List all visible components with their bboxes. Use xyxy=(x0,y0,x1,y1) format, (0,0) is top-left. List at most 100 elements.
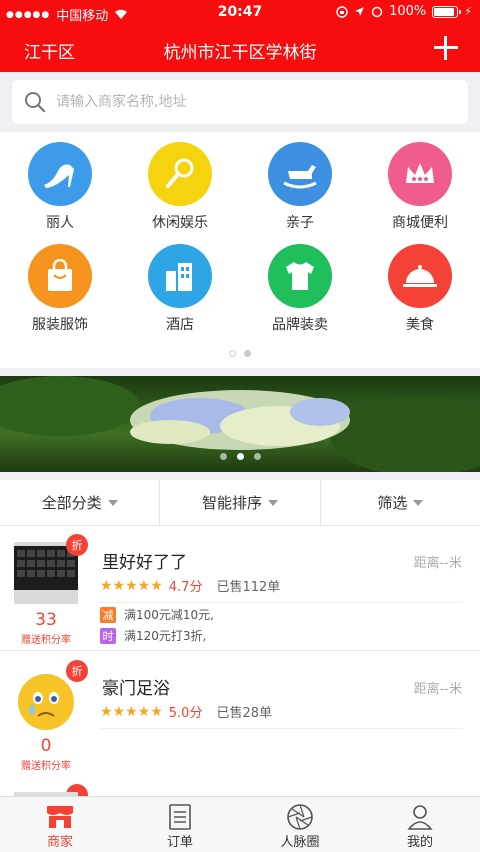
reduction-tag: 减 xyxy=(100,606,116,623)
search-section xyxy=(0,72,480,132)
category-apparel[interactable]: 服装服饰 xyxy=(0,234,120,334)
shop-list-item[interactable]: 折 0 赠送积分率 豪门足浴 距离--米 ★★★★★ 5.0分 已售28单 xyxy=(0,652,480,778)
top-navigation-bar: 江干区 杭州市江干区学林街 xyxy=(0,26,480,72)
crown-icon xyxy=(388,142,452,206)
category-filter[interactable]: 全部分类 xyxy=(0,480,161,525)
battery-icon xyxy=(432,5,462,18)
tab-label: 我的 xyxy=(406,835,433,850)
category-label: 商城便利 xyxy=(392,215,448,231)
search-icon xyxy=(25,92,46,113)
discount-badge: 折 xyxy=(66,534,88,556)
category-label: 美食 xyxy=(406,317,434,333)
category-mall[interactable]: 商城便利 xyxy=(360,132,480,232)
points-label: 赠送积分率 xyxy=(21,635,71,646)
tab-network[interactable]: 人脉圈 xyxy=(240,797,360,852)
promo-text: 满100元减10元, xyxy=(124,608,214,622)
category-food[interactable]: 美食 xyxy=(360,234,480,334)
category-page-indicator xyxy=(0,350,480,357)
tab-label: 订单 xyxy=(166,835,193,850)
shop-distance: 距离--米 xyxy=(413,682,462,697)
shop-list-item[interactable]: 折 33 赠送积分率 里好好了了 距离--米 ★★★★★ 4.7分 已售112单… xyxy=(0,526,480,652)
rating-score: 5.0分 xyxy=(168,706,203,721)
filter-label: 全部分类 xyxy=(41,494,102,512)
status-bar: ●●●●● 中国移动 20:47 100% ⚡ xyxy=(0,0,480,26)
rating-score: 4.7分 xyxy=(168,580,203,595)
divider xyxy=(100,602,462,603)
rating-stars-icon: ★★★★★ xyxy=(100,703,163,720)
category-label: 丽人 xyxy=(46,215,74,231)
tab-label: 商家 xyxy=(46,835,73,850)
orientation-lock-icon xyxy=(336,5,348,18)
page-dot xyxy=(236,453,244,460)
charging-icon: ⚡ xyxy=(464,5,472,18)
shop-rating: ★★★★★ 4.7分 已售112单 xyxy=(100,576,281,596)
category-label: 酒店 xyxy=(166,317,194,333)
alarm-icon xyxy=(371,6,383,17)
shopping-bag-icon xyxy=(28,244,92,308)
promo-banner[interactable] xyxy=(0,376,480,472)
shop-list: 折 33 赠送积分率 里好好了了 距离--米 ★★★★★ 4.7分 已售112单… xyxy=(0,526,480,796)
category-label: 亲子 xyxy=(286,215,314,231)
shop-icon xyxy=(45,803,75,831)
shop-distance: 距离--米 xyxy=(413,556,462,571)
tshirt-icon xyxy=(268,244,332,308)
user-icon xyxy=(405,803,435,831)
points-label: 赠送积分率 xyxy=(21,761,71,772)
caret-down-icon xyxy=(107,499,118,506)
caret-down-icon xyxy=(413,499,424,506)
shop-rating: ★★★★★ 5.0分 已售28单 xyxy=(100,702,272,722)
bottom-tab-bar: 商家 订单 人脉圈 我的 xyxy=(0,796,480,852)
category-grid: 丽人 休闲娱乐 亲子 商城便利 服装服饰 酒店 品牌装卖 美食 xyxy=(0,132,480,368)
divider xyxy=(100,728,462,729)
page-dot xyxy=(244,350,251,357)
points-rate: 0 赠送积分率 xyxy=(6,736,86,772)
filter-label: 智能排序 xyxy=(201,494,262,512)
search-input[interactable] xyxy=(56,94,468,110)
add-icon[interactable] xyxy=(432,34,460,62)
category-label: 休闲娱乐 xyxy=(152,215,208,231)
tab-shops[interactable]: 商家 xyxy=(0,797,120,852)
filter-bar: 全部分类 智能排序 筛选 xyxy=(0,480,480,526)
hotel-building-icon xyxy=(148,244,212,308)
category-brand-clothing[interactable]: 品牌装卖 xyxy=(240,234,360,334)
location-icon xyxy=(355,7,365,16)
category-label: 服装服饰 xyxy=(32,317,88,333)
divider xyxy=(0,650,480,651)
promo-line: 时 满120元打3折, xyxy=(100,627,206,644)
screen-filter[interactable]: 筛选 xyxy=(321,480,480,525)
promo-text: 满120元打3折, xyxy=(124,629,207,643)
banner-page-indicator xyxy=(0,453,480,460)
caret-down-icon xyxy=(268,499,278,506)
promo-line: 减 满100元减10元, xyxy=(100,606,214,623)
order-list-icon xyxy=(165,803,195,831)
category-hotel[interactable]: 酒店 xyxy=(120,234,240,334)
tab-orders[interactable]: 订单 xyxy=(120,797,240,852)
page-dot xyxy=(219,453,227,460)
rocking-horse-icon xyxy=(268,142,332,206)
aperture-icon xyxy=(285,803,315,831)
battery-percentage: 100% xyxy=(389,4,427,19)
food-cloche-icon xyxy=(388,244,452,308)
points-value: 0 xyxy=(40,736,52,756)
tab-label: 人脉圈 xyxy=(280,835,320,850)
category-beauty[interactable]: 丽人 xyxy=(0,132,120,232)
location-title[interactable]: 杭州市江干区学林街 xyxy=(0,38,480,63)
filter-label: 筛选 xyxy=(377,494,408,512)
rating-stars-icon: ★★★★★ xyxy=(100,577,163,594)
high-heel-icon xyxy=(28,142,92,206)
shop-name: 豪门足浴 xyxy=(102,679,170,699)
category-label: 品牌装卖 xyxy=(272,317,328,333)
sold-count: 已售28单 xyxy=(216,706,272,721)
time-limited-tag: 时 xyxy=(100,627,116,644)
page-dot xyxy=(229,350,236,357)
points-value: 33 xyxy=(35,610,57,630)
category-parenting[interactable]: 亲子 xyxy=(240,132,360,232)
search-bar[interactable] xyxy=(12,80,468,124)
shop-name: 里好好了了 xyxy=(102,553,187,573)
tab-profile[interactable]: 我的 xyxy=(360,797,480,852)
sold-count: 已售112单 xyxy=(216,580,281,595)
sort-filter[interactable]: 智能排序 xyxy=(160,480,321,525)
microphone-icon xyxy=(148,142,212,206)
page-dot xyxy=(253,453,261,460)
category-leisure[interactable]: 休闲娱乐 xyxy=(120,132,240,232)
